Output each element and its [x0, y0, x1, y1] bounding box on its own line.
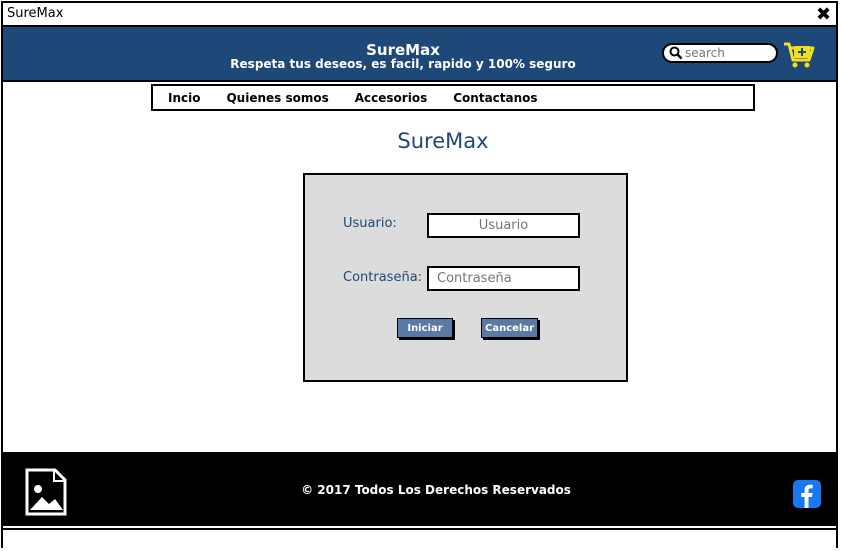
cart-add-icon[interactable]: [783, 41, 815, 69]
footer-copyright: © 2017 Todos Los Derechos Reservados: [301, 483, 571, 497]
nav-item-accesorios[interactable]: Accesorios: [355, 91, 427, 105]
window-titlebar: SureMax ✖: [3, 3, 836, 27]
username-label: Usuario:: [343, 216, 397, 231]
username-field[interactable]: [427, 213, 580, 238]
search-icon[interactable]: [669, 46, 683, 60]
facebook-icon[interactable]: [793, 480, 821, 508]
nav-item-inicio[interactable]: Incio: [168, 91, 200, 105]
main-nav: Incio Quienes somos Accesorios Contactan…: [151, 84, 755, 111]
password-field[interactable]: [427, 266, 580, 291]
login-form: Usuario: Contraseña: Iniciar Cancelar: [303, 173, 628, 382]
password-label: Contraseña:: [343, 270, 423, 285]
site-footer: © 2017 Todos Los Derechos Reservados: [3, 452, 836, 526]
cancel-button[interactable]: Cancelar: [481, 318, 538, 338]
submit-button[interactable]: Iniciar: [397, 318, 453, 338]
close-icon[interactable]: ✖: [815, 5, 832, 23]
search-box[interactable]: [662, 43, 778, 63]
app-window: SureMax ✖ SureMax Respeta tus deseos, es…: [1, 1, 838, 548]
nav-item-quienes-somos[interactable]: Quienes somos: [226, 91, 328, 105]
search-input[interactable]: [685, 46, 773, 60]
page-title: SureMax: [397, 129, 489, 153]
nav-item-contactanos[interactable]: Contactanos: [453, 91, 537, 105]
window-title: SureMax: [7, 6, 64, 21]
site-header: SureMax Respeta tus deseos, es facil, ra…: [3, 27, 836, 82]
status-bar: [3, 528, 836, 548]
